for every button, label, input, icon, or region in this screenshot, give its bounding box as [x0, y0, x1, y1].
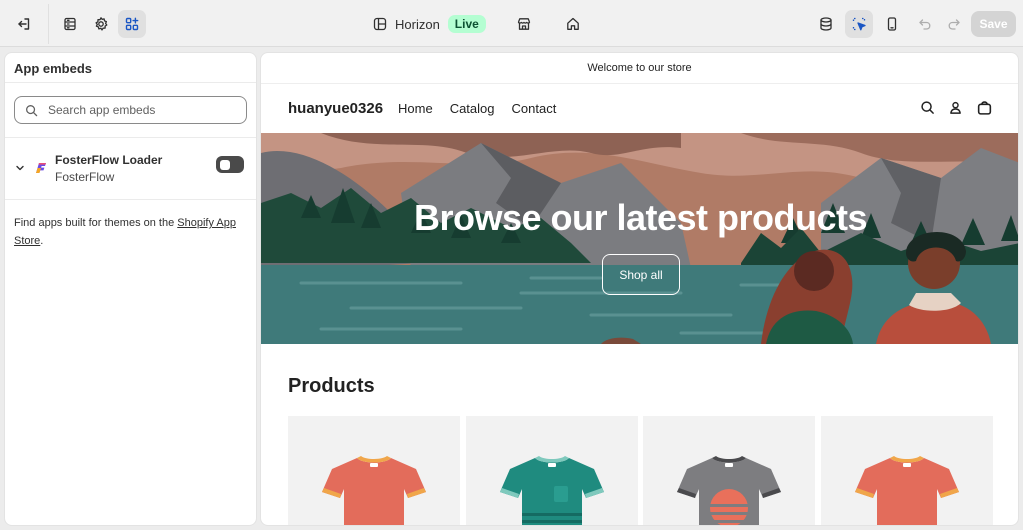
- search-icon[interactable]: [920, 100, 935, 115]
- panel-title: App embeds: [5, 53, 256, 83]
- nav-catalog[interactable]: Catalog: [450, 101, 495, 116]
- search-app-embeds-input[interactable]: Search app embeds: [14, 96, 247, 124]
- account-icon[interactable]: [948, 100, 963, 115]
- embed-provider: FosterFlow: [55, 170, 115, 184]
- search-placeholder: Search app embeds: [48, 103, 156, 117]
- hero-title: Browse our latest products: [413, 197, 868, 238]
- nav-contact[interactable]: Contact: [512, 101, 557, 116]
- app-store-note: Find apps built for themes on the Shopif…: [14, 215, 246, 250]
- hero-banner: Browse our latest products Shop all: [261, 133, 1018, 344]
- gear-icon: [95, 17, 108, 31]
- home-icon: [567, 17, 579, 30]
- fosterflow-app-icon: [36, 163, 46, 173]
- toolbar-divider: [48, 4, 49, 44]
- layout-icon: [373, 17, 387, 31]
- editor-topbar: Horizon Live Save: [0, 0, 1023, 47]
- app-embeds-button[interactable]: [118, 10, 146, 38]
- tshirt-gray-sunset-icon: [677, 456, 781, 525]
- chevron-down-icon[interactable]: [15, 163, 25, 173]
- cursor-select-icon: [852, 17, 866, 31]
- storefront-preview: Welcome to our store huanyue0326 Home Ca…: [260, 52, 1019, 526]
- theme-settings-button[interactable]: [87, 10, 115, 38]
- app-embed-item[interactable]: FosterFlow Loader FosterFlow: [5, 151, 256, 189]
- toggle-knob: [220, 159, 230, 170]
- redo-button[interactable]: [940, 10, 968, 38]
- nav-home[interactable]: Home: [398, 101, 433, 116]
- embed-toggle[interactable]: [216, 156, 244, 173]
- live-badge: Live: [447, 15, 486, 33]
- database-icon: [820, 17, 832, 31]
- embed-name: FosterFlow Loader: [55, 153, 163, 167]
- announcement-bar: Welcome to our store: [261, 53, 1018, 84]
- divider: [5, 137, 256, 138]
- redo-icon: [948, 19, 960, 30]
- note-suffix: .: [40, 234, 44, 247]
- app-embeds-panel: App embeds Search app embeds FosterFlow …: [4, 52, 257, 526]
- database-button[interactable]: [812, 10, 840, 38]
- cart-bag-icon[interactable]: [976, 99, 993, 116]
- store-button[interactable]: [510, 10, 538, 38]
- sections-icon: [64, 17, 76, 31]
- exit-icon: [18, 18, 30, 30]
- announcement-text: Welcome to our store: [587, 62, 692, 74]
- product-card[interactable]: [643, 416, 815, 525]
- store-icon: [517, 18, 531, 30]
- mobile-icon: [887, 17, 897, 31]
- mobile-preview-button[interactable]: [878, 10, 906, 38]
- product-card[interactable]: [466, 416, 638, 525]
- undo-button[interactable]: [911, 10, 939, 38]
- shop-all-button[interactable]: Shop all: [602, 254, 680, 295]
- divider: [5, 199, 256, 200]
- sections-button[interactable]: [56, 10, 84, 38]
- product-card[interactable]: [821, 416, 993, 525]
- theme-selector[interactable]: Horizon Live: [373, 14, 486, 34]
- theme-name: Horizon: [395, 16, 440, 32]
- product-card[interactable]: [288, 416, 460, 525]
- home-button[interactable]: [559, 10, 587, 38]
- tshirt-coral-icon: [322, 456, 426, 525]
- tshirt-teal-icon: [500, 456, 604, 525]
- exit-button[interactable]: [10, 10, 38, 38]
- search-icon: [26, 104, 38, 116]
- store-nav: Home Catalog Contact: [398, 101, 556, 116]
- undo-icon: [919, 19, 931, 30]
- inspector-button[interactable]: [845, 10, 873, 38]
- note-text: Find apps built for themes on the: [14, 217, 178, 229]
- save-button[interactable]: Save: [971, 11, 1016, 37]
- store-logo[interactable]: huanyue0326: [288, 100, 383, 117]
- products-heading: Products: [288, 375, 375, 397]
- apps-icon: [125, 17, 139, 31]
- tshirt-coral-icon: [855, 456, 959, 525]
